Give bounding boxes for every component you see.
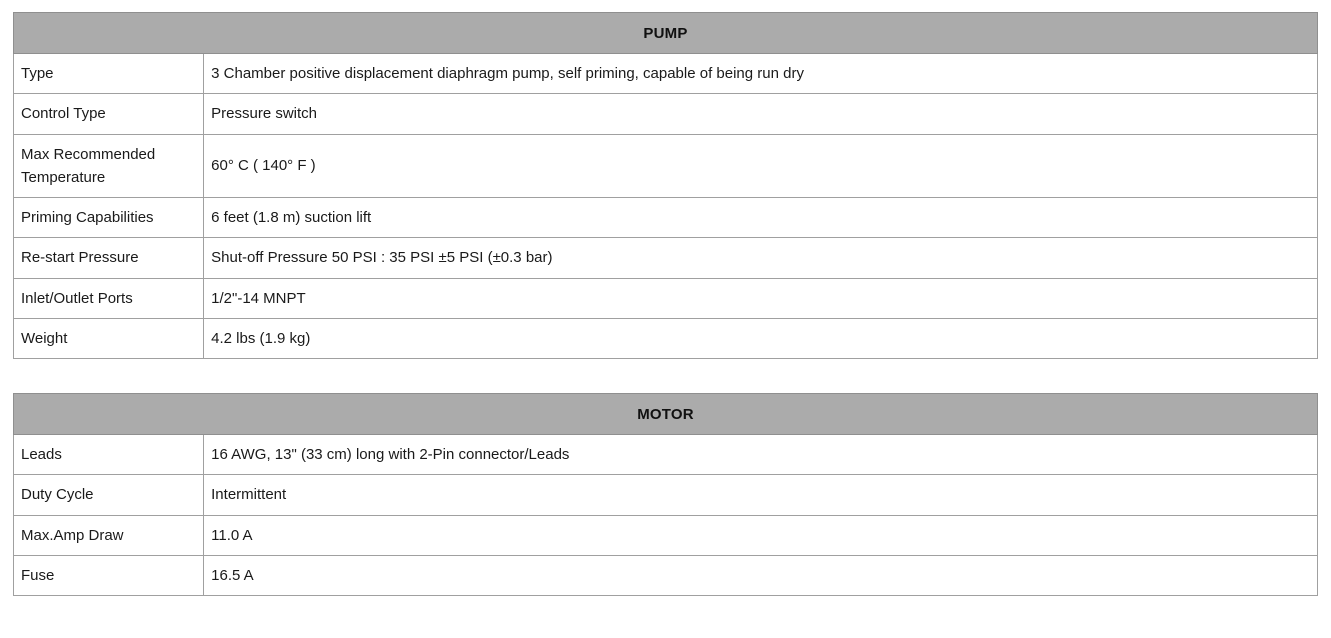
spec-label-line-1: Max Recommended bbox=[21, 145, 156, 163]
spec-label: Fuse bbox=[12, 554, 205, 597]
spec-value: Shut-off Pressure 50 PSI : 35 PSI ±5 PSI… bbox=[203, 237, 1318, 279]
spec-label: Weight bbox=[12, 317, 205, 360]
table-row: Max.Amp Draw 11.0 A bbox=[12, 514, 1318, 556]
table-row: Control Type Pressure switch bbox=[12, 93, 1318, 135]
spec-value: Intermittent bbox=[203, 474, 1318, 516]
motor-section-title: MOTOR bbox=[13, 393, 1318, 435]
spec-label: Priming Capabilities bbox=[12, 196, 205, 239]
table-row: Type 3 Chamber positive displacement dia… bbox=[12, 52, 1318, 95]
spec-label: Leads bbox=[12, 433, 205, 476]
spec-label: Max.Amp Draw bbox=[12, 514, 205, 556]
motor-table-header-row: MOTOR bbox=[13, 393, 1318, 435]
table-row: Re-start Pressure Shut-off Pressure 50 P… bbox=[12, 237, 1318, 279]
spec-value: 16 AWG, 13" (33 cm) long with 2-Pin conn… bbox=[203, 433, 1318, 476]
spec-label: Duty Cycle bbox=[12, 474, 205, 516]
table-row: Weight 4.2 lbs (1.9 kg) bbox=[12, 317, 1318, 360]
pump-table-header-row: PUMP bbox=[13, 12, 1318, 54]
motor-specifications-table: MOTOR Leads 16 AWG, 13" (33 cm) long wit… bbox=[12, 393, 1318, 597]
spec-label: Control Type bbox=[12, 93, 205, 135]
spec-value: 60° C ( 140° F ) bbox=[203, 133, 1318, 198]
spec-label-line-2: Temperature bbox=[21, 168, 106, 186]
table-row: Fuse 16.5 A bbox=[12, 554, 1318, 597]
table-row: Max Recommended Temperature 60° C ( 140°… bbox=[12, 133, 1318, 198]
spec-value: 4.2 lbs (1.9 kg) bbox=[203, 317, 1318, 360]
spec-value: Pressure switch bbox=[203, 93, 1318, 135]
table-row: Priming Capabilities 6 feet (1.8 m) suct… bbox=[12, 196, 1318, 239]
spec-label: Inlet/Outlet Ports bbox=[12, 277, 205, 319]
table-row: Leads 16 AWG, 13" (33 cm) long with 2-Pi… bbox=[12, 433, 1318, 476]
spec-value: 11.0 A bbox=[203, 514, 1318, 556]
specifications-page: PUMP Type 3 Chamber positive displacemen… bbox=[0, 0, 1331, 638]
table-row: Duty Cycle Intermittent bbox=[12, 474, 1318, 516]
pump-specifications-table: PUMP Type 3 Chamber positive displacemen… bbox=[12, 12, 1318, 360]
spec-value: 6 feet (1.8 m) suction lift bbox=[203, 196, 1318, 239]
spec-label: Re-start Pressure bbox=[12, 237, 205, 279]
spec-value: 16.5 A bbox=[203, 554, 1318, 597]
table-row: Inlet/Outlet Ports 1/2"-14 MNPT bbox=[12, 277, 1318, 319]
spec-value: 3 Chamber positive displacement diaphrag… bbox=[203, 52, 1318, 95]
pump-section-title: PUMP bbox=[13, 12, 1318, 54]
spec-label: Max Recommended Temperature bbox=[12, 133, 205, 198]
spec-value: 1/2"-14 MNPT bbox=[203, 277, 1318, 319]
spec-label: Type bbox=[12, 52, 205, 95]
